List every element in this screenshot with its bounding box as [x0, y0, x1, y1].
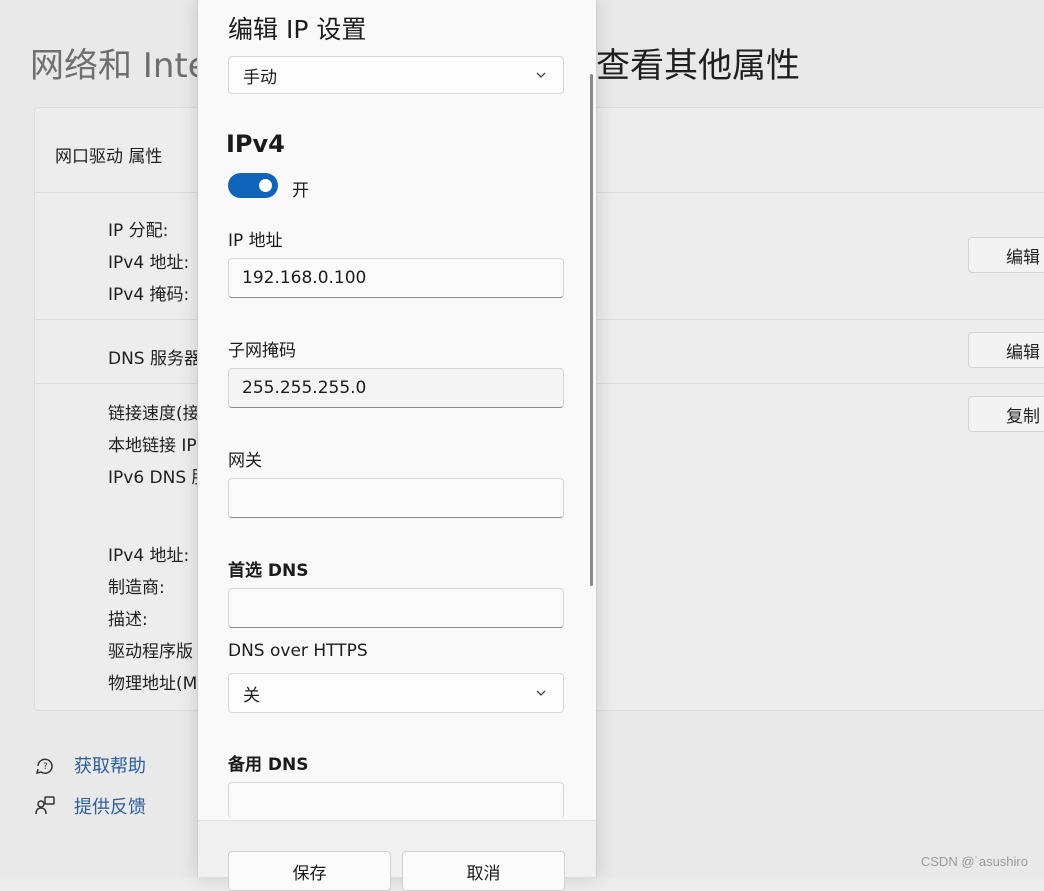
manufacturer-label: 制造商:	[108, 578, 165, 598]
page-title: 网络和 Inte	[30, 46, 209, 86]
save-button[interactable]: 保存	[228, 851, 391, 891]
get-help-label: 获取帮助	[74, 756, 146, 777]
mac-address-label: 物理地址(M	[108, 674, 198, 694]
preferred-dns-input[interactable]	[228, 588, 564, 628]
card-header: 网口驱动 属性	[55, 147, 163, 167]
dialog-title: 编辑 IP 设置	[228, 15, 367, 44]
alternate-dns-input[interactable]	[228, 782, 564, 818]
ipv6-dns-label: IPv6 DNS 服	[108, 468, 209, 488]
ipv4-heading: IPv4	[226, 130, 285, 158]
scrollbar[interactable]	[590, 74, 593, 586]
subnet-mask-input[interactable]: 255.255.255.0	[228, 368, 564, 408]
local-link-label: 本地链接 IP	[108, 436, 197, 456]
doh-value: 关	[243, 685, 260, 706]
edit-ip-dialog: 编辑 IP 设置 手动 IPv4 开 IP 地址 192.168.0.100 子…	[197, 0, 597, 891]
ip-mode-value: 手动	[243, 67, 277, 88]
description-label: 描述:	[108, 610, 148, 630]
dns-server-label: DNS 服务器	[108, 349, 202, 369]
subnet-mask-label: 子网掩码	[228, 341, 296, 361]
ipv4-address-label: IPv4 地址:	[108, 253, 190, 273]
svg-text:?: ?	[43, 762, 48, 772]
feedback-label: 提供反馈	[74, 797, 146, 818]
page-title-suffix: 查看其他属性	[596, 46, 800, 86]
ip-address-label: IP 地址	[228, 231, 283, 251]
get-help-link[interactable]: ? 获取帮助	[34, 752, 146, 778]
preferred-dns-label: 首选 DNS	[228, 561, 309, 581]
doh-label: DNS over HTTPS	[228, 641, 368, 661]
gateway-label: 网关	[228, 451, 262, 471]
alternate-dns-label: 备用 DNS	[228, 755, 309, 775]
help-icon: ?	[35, 758, 53, 775]
driver-version-label: 驱动程序版	[108, 642, 193, 662]
toggle-knob	[259, 179, 272, 192]
gateway-input[interactable]	[228, 478, 564, 518]
dialog-footer: 保存 取消	[198, 820, 596, 891]
edit-dns-button[interactable]: 编辑	[968, 332, 1044, 368]
ipv4-toggle[interactable]	[228, 173, 278, 198]
feedback-link[interactable]: 提供反馈	[34, 793, 146, 819]
edit-ip-button[interactable]: 编辑	[968, 237, 1044, 273]
cancel-button[interactable]: 取消	[402, 851, 565, 891]
feedback-icon	[35, 796, 55, 815]
ip-address-input[interactable]: 192.168.0.100	[228, 258, 564, 298]
ip-mode-select[interactable]: 手动	[228, 56, 564, 94]
chevron-down-icon	[536, 690, 546, 696]
copy-button[interactable]: 复制	[968, 396, 1044, 432]
ipv4-mask-label: IPv4 掩码:	[108, 285, 190, 305]
link-speed-label: 链接速度(接	[108, 404, 200, 424]
watermark: CSDN @˙asushiro	[920, 854, 1028, 869]
doh-select[interactable]: 关	[228, 673, 564, 713]
ipv4-toggle-label: 开	[292, 181, 309, 201]
ip-assign-label: IP 分配:	[108, 221, 169, 241]
ipv4-address-label-2: IPv4 地址:	[108, 546, 190, 566]
chevron-down-icon	[536, 72, 546, 78]
